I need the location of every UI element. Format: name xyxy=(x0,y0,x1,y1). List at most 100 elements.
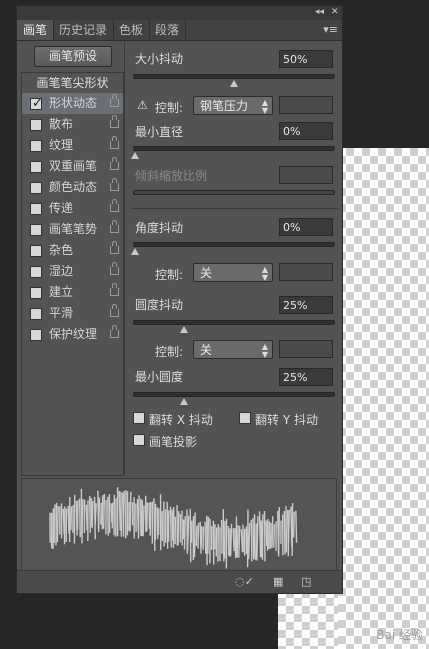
size-control-select[interactable]: 钢笔压力 ▲ ▼ xyxy=(193,96,273,115)
brush-tip-shape-item[interactable]: 画笔笔尖形状 xyxy=(22,73,123,93)
tab-swatches[interactable]: 色板 xyxy=(113,20,151,40)
list-item-label: 湿边 xyxy=(49,264,74,278)
size-jitter-label: 大小抖动 xyxy=(135,52,184,66)
brush-bristle xyxy=(137,495,140,539)
brush-bristle xyxy=(85,504,88,531)
close-icon[interactable]: ✕ xyxy=(331,7,339,17)
lock-icon[interactable] xyxy=(110,115,119,128)
lock-icon[interactable] xyxy=(110,304,119,317)
roundness-jitter-slider[interactable] xyxy=(133,320,335,333)
roundness-control-value: 关 xyxy=(200,343,213,357)
angle-jitter-value[interactable]: 0% xyxy=(279,218,333,236)
angle-control-select[interactable]: 关 ▲ ▼ xyxy=(193,263,273,282)
brush-bristle xyxy=(97,497,101,533)
brush-bristle xyxy=(183,516,186,550)
brush-bristle xyxy=(91,500,94,529)
lock-icon[interactable] xyxy=(110,283,119,296)
brush-presets-button[interactable]: 画笔预设 xyxy=(34,46,112,67)
color-dynamics-checkbox[interactable] xyxy=(30,182,42,194)
new-brush-icon[interactable]: ◳ xyxy=(301,575,311,588)
list-item-noise[interactable]: 杂色 xyxy=(22,240,123,261)
min-roundness-value[interactable]: 25% xyxy=(279,368,333,386)
brush-bristle xyxy=(200,526,203,549)
tab-paragraph[interactable]: 段落 xyxy=(149,20,187,40)
lock-icon[interactable] xyxy=(110,325,119,338)
build-up-checkbox[interactable] xyxy=(30,287,42,299)
wet-edges-checkbox[interactable] xyxy=(30,266,42,278)
min-roundness-slider-thumb[interactable] xyxy=(180,398,188,405)
min-roundness-slider[interactable] xyxy=(133,392,335,405)
brush-bristle xyxy=(204,521,207,554)
flip-x-checkbox[interactable] xyxy=(133,412,145,424)
list-item-label: 保护纹理 xyxy=(49,327,98,341)
roundness-control-select[interactable]: 关 ▲ ▼ xyxy=(193,340,273,359)
brush-bristle xyxy=(240,529,244,553)
angle-jitter-label: 角度抖动 xyxy=(135,221,184,235)
watermark: Bai 经验 xyxy=(376,628,423,642)
brush-bristle xyxy=(255,523,257,561)
updown-arrow-icon: ▲ ▼ xyxy=(261,98,268,115)
smoothing-checkbox[interactable] xyxy=(30,308,42,320)
tab-brush[interactable]: 画笔 xyxy=(17,20,55,40)
angle-control-value: 关 xyxy=(200,266,213,280)
lock-icon[interactable] xyxy=(110,178,119,191)
brush-projection-checkbox[interactable] xyxy=(133,434,145,446)
scattering-checkbox[interactable] xyxy=(30,119,42,131)
brush-grid-icon[interactable]: ▦ xyxy=(273,575,283,588)
brush-pose-checkbox[interactable] xyxy=(30,224,42,236)
lock-icon[interactable] xyxy=(110,199,119,212)
min-diameter-slider[interactable] xyxy=(131,146,335,159)
list-item-protect-texture[interactable]: 保护纹理 xyxy=(22,324,123,345)
min-diameter-label: 最小直径 xyxy=(135,125,184,139)
list-item-texture[interactable]: 纹理 xyxy=(22,135,123,156)
brush-bristle xyxy=(75,500,78,536)
angle-jitter-slider-thumb[interactable] xyxy=(131,248,139,255)
roundness-control-label: 控制: xyxy=(155,345,184,359)
lock-icon[interactable] xyxy=(110,220,119,233)
brush-bristle xyxy=(295,510,298,543)
brush-bristle xyxy=(118,491,121,531)
list-item-wet-edges[interactable]: 湿边 xyxy=(22,261,123,282)
updown-arrow-icon: ▲ ▼ xyxy=(261,342,268,359)
list-item-scattering[interactable]: 散布 xyxy=(22,114,123,135)
size-jitter-slider[interactable] xyxy=(133,74,335,87)
list-item-build-up[interactable]: 建立 xyxy=(22,282,123,303)
list-item-smoothing[interactable]: 平滑 xyxy=(22,303,123,324)
panel-tabs: 画笔 历史记录 色板 段落 ▾≡ xyxy=(17,20,342,41)
roundness-jitter-slider-thumb[interactable] xyxy=(180,326,188,333)
brush-bristle xyxy=(76,500,79,530)
angle-jitter-slider[interactable] xyxy=(131,242,335,255)
list-item-dual-brush[interactable]: 双重画笔 xyxy=(22,156,123,177)
size-jitter-slider-thumb[interactable] xyxy=(230,80,238,87)
panel-menu-icon[interactable]: ▾≡ xyxy=(323,23,338,36)
brush-bristle xyxy=(287,509,290,557)
tab-history[interactable]: 历史记录 xyxy=(53,20,115,40)
shape-dynamics-checkbox[interactable]: ✓ xyxy=(30,96,43,111)
size-jitter-value[interactable]: 50% xyxy=(279,50,333,68)
list-item-color-dynamics[interactable]: 颜色动态 xyxy=(22,177,123,198)
collapse-icon[interactable]: ◂◂ xyxy=(315,7,324,17)
lock-icon[interactable] xyxy=(110,157,119,170)
min-diameter-slider-thumb[interactable] xyxy=(131,152,139,159)
list-item-label: 传递 xyxy=(49,201,74,215)
noise-checkbox[interactable] xyxy=(30,245,42,257)
lock-icon[interactable] xyxy=(110,262,119,275)
protect-texture-checkbox[interactable] xyxy=(30,329,42,341)
brush-bristle xyxy=(195,525,198,547)
roundness-jitter-value[interactable]: 25% xyxy=(279,296,333,314)
dual-brush-checkbox[interactable] xyxy=(30,161,42,173)
list-item-brush-pose[interactable]: 画笔笔势 xyxy=(22,219,123,240)
lock-icon[interactable] xyxy=(110,241,119,254)
flip-y-checkbox[interactable] xyxy=(239,412,251,424)
transfer-checkbox[interactable] xyxy=(30,203,42,215)
min-diameter-value[interactable]: 0% xyxy=(279,122,333,140)
texture-checkbox[interactable] xyxy=(30,140,42,152)
brush-options-list: 画笔笔尖形状 ✓ 形状动态 散布 纹理 双重画笔 颜色动态 传递 画笔笔势 杂色… xyxy=(21,72,124,476)
list-item-transfer[interactable]: 传递 xyxy=(22,198,123,219)
size-control-label: 控制: xyxy=(155,101,184,115)
lock-icon[interactable] xyxy=(110,136,119,149)
toggle-live-tip-icon[interactable]: ◌✓ xyxy=(235,575,254,588)
list-item-shape-dynamics[interactable]: ✓ 形状动态 xyxy=(22,93,123,114)
brush-bristle xyxy=(283,511,286,555)
lock-icon[interactable] xyxy=(110,94,119,107)
